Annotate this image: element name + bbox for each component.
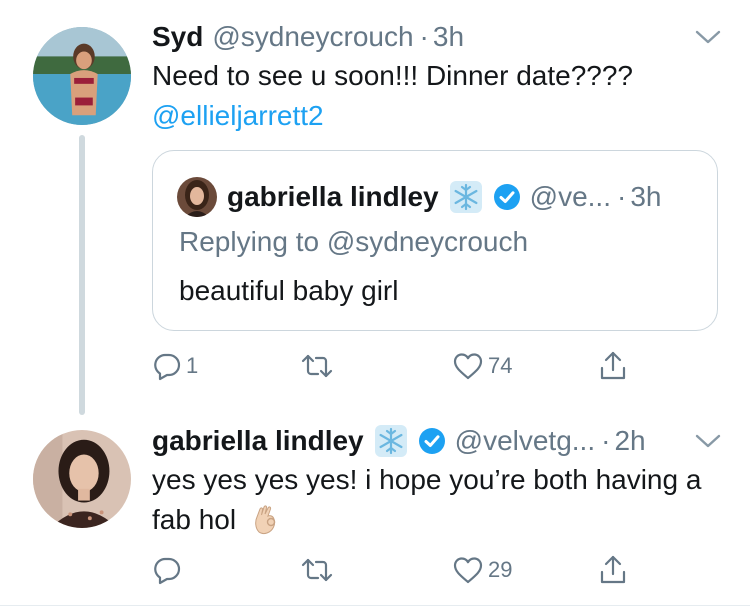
- quote-timestamp: 3h: [630, 181, 662, 212]
- like-count: 29: [488, 557, 513, 582]
- tweet[interactable]: Syd @sydneycrouch · 3h Need to see u soo…: [0, 0, 750, 415]
- mention-link[interactable]: @ellieljarrett2: [152, 96, 633, 136]
- ok-hand-emoji-icon: [255, 505, 276, 535]
- snowflake-icon: [449, 180, 483, 214]
- like-count: 74: [488, 353, 513, 378]
- tweet-text: yes yes yes yes! i hope you’re both havi…: [152, 460, 712, 540]
- quote-author-name: gabriella lindley: [227, 181, 439, 212]
- chevron-down-icon[interactable]: [694, 432, 722, 450]
- heart-icon: [453, 353, 483, 380]
- tweet[interactable]: gabriella lindley @velvetg... · 2h yes y…: [0, 414, 750, 608]
- retweet-button[interactable]: [300, 346, 338, 386]
- like-button[interactable]: 74: [452, 346, 512, 386]
- verified-badge-icon: [493, 183, 521, 211]
- avatar[interactable]: [33, 430, 131, 528]
- timestamp[interactable]: 3h: [433, 21, 464, 53]
- reply-button[interactable]: [152, 550, 186, 590]
- author-handle[interactable]: @velvetg...: [455, 425, 595, 457]
- chevron-down-icon[interactable]: [694, 28, 722, 46]
- action-bar: 1 74: [152, 346, 642, 386]
- reply-icon: [154, 353, 181, 381]
- separator-dot: ·: [419, 21, 429, 52]
- snowflake-icon: [374, 424, 408, 458]
- author-handle[interactable]: @sydneycrouch: [212, 21, 413, 53]
- retweet-icon: [301, 558, 333, 582]
- share-icon: [600, 555, 626, 584]
- timestamp[interactable]: 2h: [614, 425, 645, 457]
- author-name[interactable]: Syd: [152, 21, 203, 53]
- reply-button[interactable]: 1: [152, 346, 198, 386]
- separator-dot: ·: [616, 181, 627, 212]
- thread-line: [79, 135, 85, 415]
- tweet-body: Need to see u soon!!! Dinner date????: [152, 60, 634, 91]
- tweet-header: Syd @sydneycrouch · 3h: [152, 20, 464, 54]
- retweet-button[interactable]: [300, 550, 338, 590]
- quote-text: beautiful baby girl: [179, 275, 399, 306]
- author-name[interactable]: gabriella lindley: [152, 425, 364, 457]
- separator-dot: ·: [601, 425, 611, 456]
- quote-author-handle: @ve...: [529, 181, 611, 212]
- heart-icon: [453, 557, 483, 584]
- tweet-body: yes yes yes yes! i hope you’re both havi…: [152, 464, 702, 535]
- reply-icon: [154, 557, 181, 585]
- divider: [0, 605, 750, 606]
- quoted-tweet[interactable]: gabriella lindley @ve... · 3h Replying t…: [152, 150, 718, 331]
- tweet-header: gabriella lindley @velvetg... · 2h: [152, 424, 646, 458]
- tweet-text: Need to see u soon!!! Dinner date???? @e…: [152, 56, 633, 136]
- retweet-icon: [301, 354, 333, 378]
- verified-badge-icon: [418, 427, 446, 455]
- action-bar: 29: [152, 550, 642, 590]
- reply-count: 1: [186, 353, 199, 378]
- like-button[interactable]: 29: [452, 550, 512, 590]
- share-button[interactable]: [598, 550, 628, 590]
- replying-to: Replying to @sydneycrouch: [179, 226, 529, 257]
- quote-avatar: [177, 177, 217, 217]
- avatar[interactable]: [33, 27, 131, 125]
- quote-header: gabriella lindley @ve... · 3h: [177, 176, 661, 218]
- share-button[interactable]: [598, 346, 628, 386]
- share-icon: [600, 351, 626, 380]
